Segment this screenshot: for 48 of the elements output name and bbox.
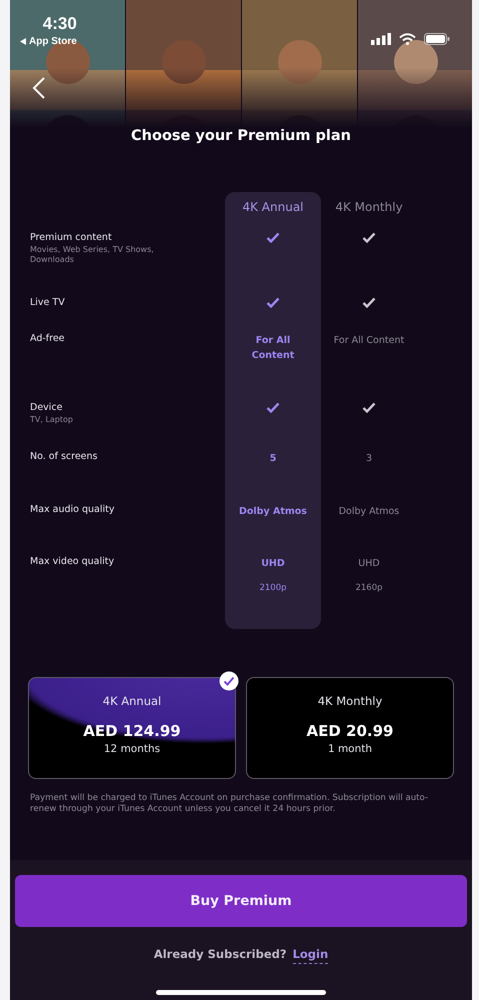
back-chevron-icon[interactable] — [32, 76, 46, 100]
wifi-icon — [399, 32, 416, 44]
check-icon — [362, 402, 376, 413]
feature-value: Dolby Atmos — [338, 505, 400, 519]
buy-premium-button[interactable]: Buy Premium — [15, 875, 467, 927]
back-triangle-icon — [20, 38, 26, 45]
feature-label: Device — [30, 402, 64, 413]
plan-column-header[interactable]: 4K Annual — [242, 200, 304, 214]
plan-price: AED 124.99 — [83, 722, 181, 740]
feature-value-detail: 2100p — [259, 583, 287, 594]
feature-value: 3 — [366, 452, 372, 466]
check-icon — [362, 232, 376, 243]
check-icon — [266, 402, 280, 413]
feature-label: Max video quality — [30, 556, 116, 567]
plan-period: 1 month — [328, 743, 372, 755]
feature-value: For All Content — [250, 334, 296, 364]
feature-label: Max audio quality — [30, 504, 116, 515]
feature-label: No. of screens — [30, 451, 98, 462]
check-icon — [362, 297, 376, 308]
plan-column-header[interactable]: 4K Monthly — [335, 200, 403, 214]
selected-check-icon — [219, 671, 239, 691]
back-to-app-link[interactable]: App Store — [29, 36, 77, 47]
feature-label: Premium content — [30, 232, 113, 243]
feature-value: Dolby Atmos — [239, 505, 307, 519]
plan-card[interactable]: 4K Monthly AED 20.99 1 month — [246, 677, 454, 779]
disclaimer-text: Payment will be charged to iTunes Account on purchase confirmation. Subscription will auto-renew through your iTunes Account unless you cancel it 24 hours prior. — [30, 793, 430, 814]
feature-value: 5 — [270, 452, 276, 466]
plan-name: 4K Monthly — [318, 694, 382, 708]
check-icon — [266, 297, 280, 308]
feature-value: UHD — [261, 557, 285, 571]
plan-period: 12 months — [104, 743, 160, 755]
plan-name: 4K Annual — [102, 694, 162, 708]
login-link[interactable]: Login — [292, 947, 328, 964]
feature-value: UHD — [358, 557, 380, 571]
page-title: Choose your Premium plan — [130, 128, 352, 144]
feature-value: For All Content — [334, 334, 404, 348]
check-icon — [266, 232, 280, 243]
feature-label: Live TV — [30, 297, 66, 308]
plan-price: AED 20.99 — [306, 722, 394, 740]
signal-icon — [371, 32, 391, 44]
feature-value-detail: 2160p — [355, 583, 383, 594]
battery-icon — [424, 32, 450, 44]
feature-description: Movies, Web Series, TV Shows, Downloads — [30, 245, 155, 264]
feature-description: TV, Laptop — [30, 415, 74, 425]
status-time: 4:30 — [42, 14, 77, 34]
feature-label: Ad-free — [30, 333, 66, 344]
plan-card[interactable]: 4K Annual AED 124.99 12 months — [28, 677, 236, 779]
login-prompt: Already Subscribed? — [154, 947, 287, 961]
